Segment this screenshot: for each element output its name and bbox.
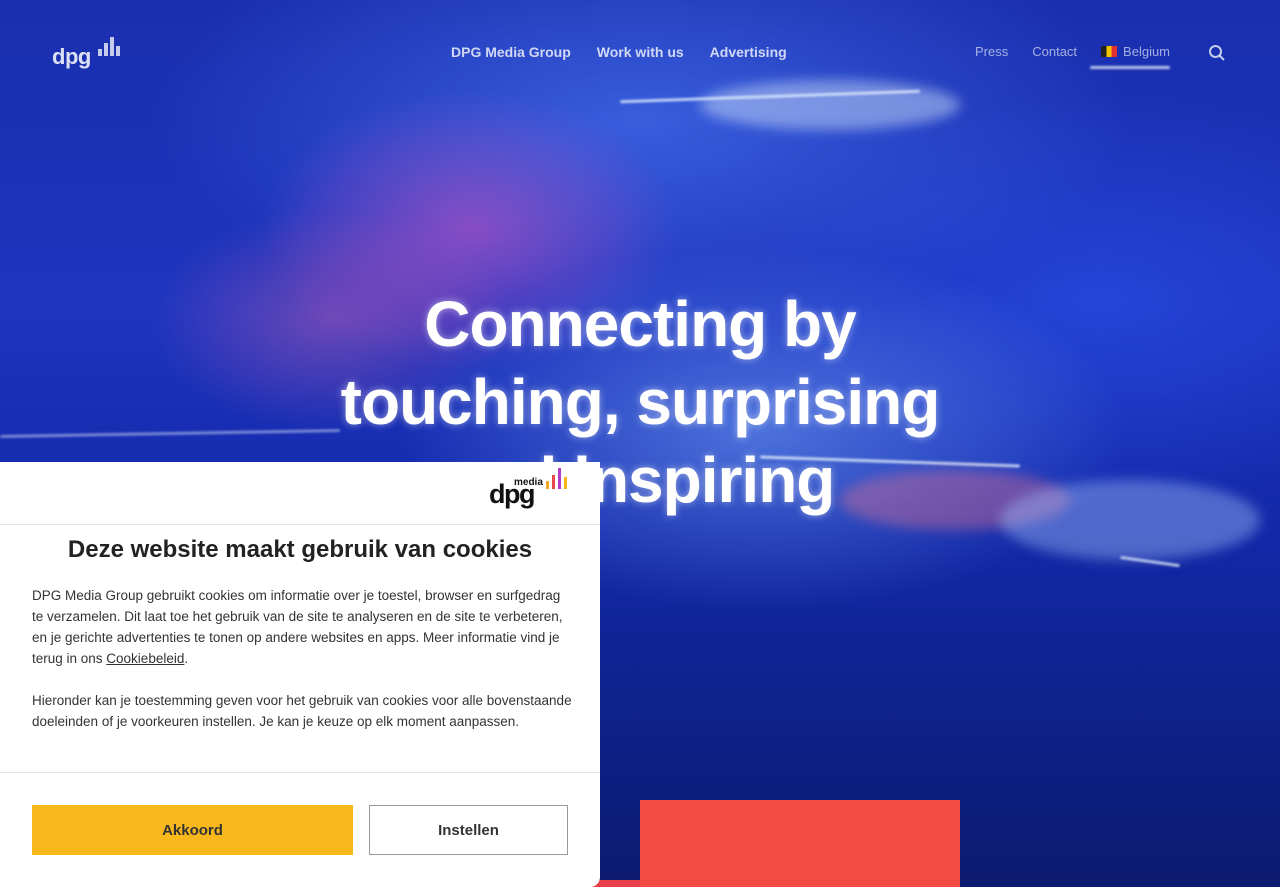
hero-title-line: Connecting by: [424, 288, 856, 360]
red-card: [640, 800, 960, 887]
cookie-description: DPG Media Group gebruikt cookies om info…: [32, 585, 572, 669]
dpg-media-logo: media dpg: [489, 465, 573, 509]
cookie-policy-link[interactable]: Cookiebeleid: [106, 651, 184, 666]
top-navigation: dpg DPG Media Group Work with us Adverti…: [0, 0, 1280, 106]
logo-dpg-text: dpg: [489, 479, 535, 509]
nav-press[interactable]: Press: [975, 44, 1008, 59]
cookie-description-end: .: [184, 651, 189, 666]
accept-button[interactable]: Akkoord: [32, 805, 353, 855]
secondary-nav: Press Contact Belgium: [975, 44, 1170, 59]
light-beam: [0, 429, 341, 438]
belgium-flag-icon: [1101, 46, 1118, 57]
cookie-title: Deze website maakt gebruik van cookies: [67, 536, 533, 563]
cookie-dialog: media dpg Deze website maakt gebruik van…: [0, 462, 600, 887]
dpg-logo[interactable]: dpg: [52, 34, 124, 72]
logo-text: dpg: [52, 44, 91, 69]
search-icon[interactable]: [1208, 44, 1226, 62]
settings-button[interactable]: Instellen: [369, 805, 568, 855]
country-selector[interactable]: Belgium: [1101, 44, 1170, 59]
country-label: Belgium: [1123, 44, 1171, 59]
nav-work-with-us[interactable]: Work with us: [597, 44, 684, 60]
hero-title-line: touching, surprising: [340, 366, 941, 438]
divider: [0, 772, 600, 773]
stage-light: [1000, 480, 1260, 560]
nav-advertising[interactable]: Advertising: [710, 44, 787, 60]
cookie-consent-text: Hieronder kan je toestemming geven voor …: [32, 693, 572, 729]
logo-bars-icon: [96, 36, 122, 56]
cookie-dialog-header: media dpg: [0, 462, 600, 525]
nav-contact[interactable]: Contact: [1032, 44, 1077, 59]
nav-dpg-media-group[interactable]: DPG Media Group: [451, 44, 571, 60]
main-nav: DPG Media Group Work with us Advertising: [451, 44, 787, 60]
